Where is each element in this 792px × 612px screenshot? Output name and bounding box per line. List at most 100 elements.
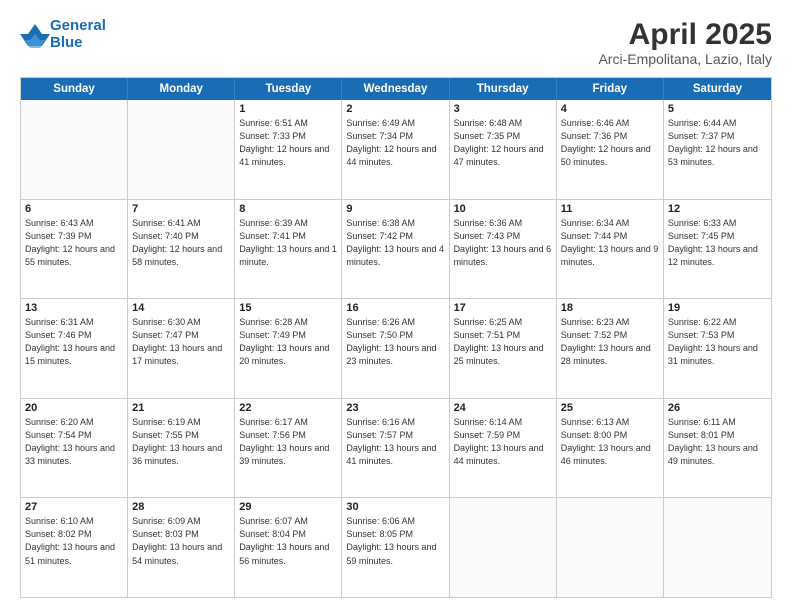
cell-date: 9 xyxy=(346,203,444,215)
cell-info: Sunrise: 6:26 AMSunset: 7:50 PMDaylight:… xyxy=(346,316,444,368)
cal-cell: 28 Sunrise: 6:09 AMSunset: 8:03 PMDayligh… xyxy=(128,498,235,597)
header: General Blue April 2025 Arci-Empolitana,… xyxy=(20,18,772,67)
cell-date: 27 xyxy=(25,501,123,513)
cell-date: 23 xyxy=(346,402,444,414)
cell-info: Sunrise: 6:10 AMSunset: 8:02 PMDaylight:… xyxy=(25,515,123,567)
cal-cell: 6Sunrise: 6:43 AMSunset: 7:39 PMDaylight… xyxy=(21,200,128,299)
cell-date: 25 xyxy=(561,402,659,414)
cal-cell: 20Sunrise: 6:20 AMSunset: 7:54 PMDayligh… xyxy=(21,399,128,498)
cell-date: 15 xyxy=(239,302,337,314)
cal-cell: 3 Sunrise: 6:48 AMSunset: 7:35 PMDaylight… xyxy=(450,100,557,199)
header-monday: Monday xyxy=(128,78,235,100)
cal-cell xyxy=(450,498,557,597)
cal-cell: 24 Sunrise: 6:14 AMSunset: 7:59 PMDayligh… xyxy=(450,399,557,498)
cal-week-5: 27 Sunrise: 6:10 AMSunset: 8:02 PMDayligh… xyxy=(21,498,771,597)
cal-cell: 5 Sunrise: 6:44 AMSunset: 7:37 PMDaylight… xyxy=(664,100,771,199)
cell-date: 20 xyxy=(25,402,123,414)
cal-week-2: 6Sunrise: 6:43 AMSunset: 7:39 PMDaylight… xyxy=(21,200,771,300)
cell-date: 17 xyxy=(454,302,552,314)
header-friday: Friday xyxy=(557,78,664,100)
cal-cell: 30 Sunrise: 6:06 AMSunset: 8:05 PMDayligh… xyxy=(342,498,449,597)
cal-cell: 12 Sunrise: 6:33 AMSunset: 7:45 PMDayligh… xyxy=(664,200,771,299)
cal-cell: 13Sunrise: 6:31 AMSunset: 7:46 PMDayligh… xyxy=(21,299,128,398)
cell-info: Sunrise: 6:39 AMSunset: 7:41 PMDaylight:… xyxy=(239,217,337,269)
cal-cell: 2 Sunrise: 6:49 AMSunset: 7:34 PMDaylight… xyxy=(342,100,449,199)
cell-info: Sunrise: 6:48 AMSunset: 7:35 PMDaylight:… xyxy=(454,117,552,169)
cell-info: Sunrise: 6:23 AMSunset: 7:52 PMDaylight:… xyxy=(561,316,659,368)
cell-info: Sunrise: 6:06 AMSunset: 8:05 PMDaylight:… xyxy=(346,515,444,567)
cell-info: Sunrise: 6:31 AMSunset: 7:46 PMDaylight:… xyxy=(25,316,123,368)
cal-cell xyxy=(557,498,664,597)
logo: General Blue xyxy=(20,18,106,51)
cal-cell: 26 Sunrise: 6:11 AMSunset: 8:01 PMDayligh… xyxy=(664,399,771,498)
cell-info: Sunrise: 6:22 AMSunset: 7:53 PMDaylight:… xyxy=(668,316,767,368)
cal-cell: 10 Sunrise: 6:36 AMSunset: 7:43 PMDayligh… xyxy=(450,200,557,299)
cell-date: 30 xyxy=(346,501,444,513)
cell-date: 26 xyxy=(668,402,767,414)
cell-date: 11 xyxy=(561,203,659,215)
logo-icon xyxy=(20,24,48,46)
cal-cell: 8 Sunrise: 6:39 AMSunset: 7:41 PMDaylight… xyxy=(235,200,342,299)
cell-date: 19 xyxy=(668,302,767,314)
cell-date: 28 xyxy=(132,501,230,513)
cal-week-3: 13Sunrise: 6:31 AMSunset: 7:46 PMDayligh… xyxy=(21,299,771,399)
cell-info: Sunrise: 6:07 AMSunset: 8:04 PMDaylight:… xyxy=(239,515,337,567)
cell-info: Sunrise: 6:19 AMSunset: 7:55 PMDaylight:… xyxy=(132,416,230,468)
cell-info: Sunrise: 6:43 AMSunset: 7:39 PMDaylight:… xyxy=(25,217,123,269)
cell-info: Sunrise: 6:33 AMSunset: 7:45 PMDaylight:… xyxy=(668,217,767,269)
cal-cell: 19 Sunrise: 6:22 AMSunset: 7:53 PMDayligh… xyxy=(664,299,771,398)
cell-date: 24 xyxy=(454,402,552,414)
calendar-title: April 2025 xyxy=(598,18,772,51)
cell-date: 5 xyxy=(668,103,767,115)
cell-date: 14 xyxy=(132,302,230,314)
cal-cell: 7 Sunrise: 6:41 AMSunset: 7:40 PMDaylight… xyxy=(128,200,235,299)
cell-info: Sunrise: 6:34 AMSunset: 7:44 PMDaylight:… xyxy=(561,217,659,269)
header-tuesday: Tuesday xyxy=(235,78,342,100)
cal-cell: 15Sunrise: 6:28 AMSunset: 7:49 PMDayligh… xyxy=(235,299,342,398)
cal-cell: 17Sunrise: 6:25 AMSunset: 7:51 PMDayligh… xyxy=(450,299,557,398)
cell-info: Sunrise: 6:41 AMSunset: 7:40 PMDaylight:… xyxy=(132,217,230,269)
cal-week-1: 1Sunrise: 6:51 AMSunset: 7:33 PMDaylight… xyxy=(21,100,771,200)
cell-date: 22 xyxy=(239,402,337,414)
cell-info: Sunrise: 6:16 AMSunset: 7:57 PMDaylight:… xyxy=(346,416,444,468)
cal-cell: 18Sunrise: 6:23 AMSunset: 7:52 PMDayligh… xyxy=(557,299,664,398)
cell-info: Sunrise: 6:13 AMSunset: 8:00 PMDaylight:… xyxy=(561,416,659,468)
cell-date: 21 xyxy=(132,402,230,414)
cal-week-4: 20Sunrise: 6:20 AMSunset: 7:54 PMDayligh… xyxy=(21,399,771,499)
header-wednesday: Wednesday xyxy=(342,78,449,100)
cal-cell: 21 Sunrise: 6:19 AMSunset: 7:55 PMDayligh… xyxy=(128,399,235,498)
cell-date: 7 xyxy=(132,203,230,215)
cell-date: 3 xyxy=(454,103,552,115)
cal-cell: 4 Sunrise: 6:46 AMSunset: 7:36 PMDaylight… xyxy=(557,100,664,199)
cell-info: Sunrise: 6:30 AMSunset: 7:47 PMDaylight:… xyxy=(132,316,230,368)
cal-cell: 1Sunrise: 6:51 AMSunset: 7:33 PMDaylight… xyxy=(235,100,342,199)
header-saturday: Saturday xyxy=(664,78,771,100)
cell-info: Sunrise: 6:49 AMSunset: 7:34 PMDaylight:… xyxy=(346,117,444,169)
calendar-body: 1Sunrise: 6:51 AMSunset: 7:33 PMDaylight… xyxy=(21,100,771,597)
cell-info: Sunrise: 6:44 AMSunset: 7:37 PMDaylight:… xyxy=(668,117,767,169)
cal-cell: 16 Sunrise: 6:26 AMSunset: 7:50 PMDayligh… xyxy=(342,299,449,398)
header-sunday: Sunday xyxy=(21,78,128,100)
cal-cell: 27 Sunrise: 6:10 AMSunset: 8:02 PMDayligh… xyxy=(21,498,128,597)
cell-info: Sunrise: 6:46 AMSunset: 7:36 PMDaylight:… xyxy=(561,117,659,169)
cal-cell: 14 Sunrise: 6:30 AMSunset: 7:47 PMDayligh… xyxy=(128,299,235,398)
cell-info: Sunrise: 6:14 AMSunset: 7:59 PMDaylight:… xyxy=(454,416,552,468)
cell-info: Sunrise: 6:36 AMSunset: 7:43 PMDaylight:… xyxy=(454,217,552,269)
cell-date: 12 xyxy=(668,203,767,215)
calendar-header: Sunday Monday Tuesday Wednesday Thursday… xyxy=(21,78,771,100)
cal-cell: 23 Sunrise: 6:16 AMSunset: 7:57 PMDayligh… xyxy=(342,399,449,498)
cell-info: Sunrise: 6:09 AMSunset: 8:03 PMDaylight:… xyxy=(132,515,230,567)
cell-date: 10 xyxy=(454,203,552,215)
cal-cell xyxy=(664,498,771,597)
cell-date: 4 xyxy=(561,103,659,115)
cell-date: 2 xyxy=(346,103,444,115)
cell-date: 16 xyxy=(346,302,444,314)
cell-info: Sunrise: 6:11 AMSunset: 8:01 PMDaylight:… xyxy=(668,416,767,468)
calendar: Sunday Monday Tuesday Wednesday Thursday… xyxy=(20,77,772,598)
cell-date: 8 xyxy=(239,203,337,215)
calendar-subtitle: Arci-Empolitana, Lazio, Italy xyxy=(598,51,772,67)
cal-cell: 25 Sunrise: 6:13 AMSunset: 8:00 PMDayligh… xyxy=(557,399,664,498)
cell-date: 29 xyxy=(239,501,337,513)
cell-info: Sunrise: 6:38 AMSunset: 7:42 PMDaylight:… xyxy=(346,217,444,269)
title-block: April 2025 Arci-Empolitana, Lazio, Italy xyxy=(598,18,772,67)
